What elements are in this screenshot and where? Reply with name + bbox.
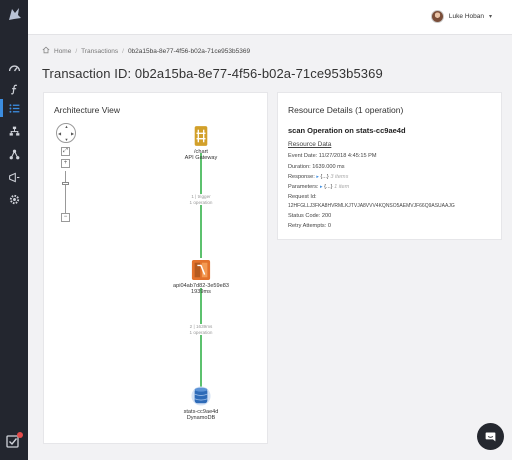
breadcrumb-separator: /	[75, 47, 78, 55]
chevron-down-icon: ▾	[488, 14, 492, 20]
zoom-slider-handle[interactable]	[62, 182, 69, 185]
pan-down-icon[interactable]: ▼	[65, 138, 69, 142]
breadcrumb-transactions[interactable]: Transactions	[81, 48, 118, 55]
request-id-value: 12HFGLLJ3FKA8HVRMLKJTVJA8VVV4KQNSO5AEMVJ…	[288, 203, 455, 209]
breadcrumb: Home / Transactions / 0b2a15ba-8e77-4f56…	[42, 46, 250, 56]
chat-launcher-button[interactable]	[477, 423, 504, 450]
api-gateway-icon	[194, 126, 208, 146]
graph-node-dynamodb[interactable]: stats-cc9ae4d DynamoDB	[151, 385, 251, 422]
breadcrumb-home[interactable]: Home	[54, 48, 71, 55]
top-bar: Luke Hoban ▾	[28, 0, 512, 35]
architecture-icon[interactable]	[6, 146, 22, 162]
architecture-panel: Architecture View ▲ ▼ ◀ ▶ ⤢ + − 1 | trig…	[43, 92, 268, 444]
pan-control[interactable]: ▲ ▼ ◀ ▶	[56, 123, 76, 143]
expand-triangle-icon[interactable]: ▸	[320, 184, 323, 190]
logo-icon[interactable]	[4, 4, 24, 24]
resource-details-panel: Resource Details (1 operation) scan Oper…	[277, 92, 502, 240]
edge-label: 1 | trigger 1 operation	[164, 194, 238, 205]
graph-edge	[200, 288, 202, 393]
breadcrumb-separator: /	[122, 47, 124, 55]
details-title: Resource Details (1 operation)	[288, 105, 404, 115]
duration-row: Duration: 1639.000 ms	[288, 164, 345, 170]
architecture-title: Architecture View	[54, 105, 120, 115]
active-indicator	[0, 99, 3, 117]
transactions-list-icon[interactable]	[6, 100, 22, 116]
node-type: API Gateway	[184, 155, 218, 162]
request-id-label: Request Id:	[288, 194, 317, 200]
resource-data-link[interactable]: Resource Data	[288, 141, 331, 148]
organization-icon[interactable]	[6, 123, 22, 139]
breadcrumb-current: 0b2a15ba-8e77-4f56-b02a-71ce953b5369	[127, 47, 251, 55]
dashboard-icon[interactable]	[6, 60, 22, 76]
pan-left-icon[interactable]: ◀	[58, 131, 61, 136]
expand-triangle-icon[interactable]: ▸	[316, 174, 319, 180]
user-name: Luke Hoban	[448, 13, 484, 20]
dynamodb-icon	[191, 386, 211, 406]
pan-up-icon[interactable]: ▲	[65, 125, 69, 129]
fit-view-button[interactable]: ⤢	[61, 147, 70, 156]
sidebar	[0, 0, 28, 460]
zoom-in-button[interactable]: +	[61, 159, 70, 168]
retry-attempts-row: Retry Attempts: 0	[288, 223, 331, 229]
graph-edge	[200, 153, 202, 258]
functions-icon[interactable]	[6, 81, 22, 97]
page-title: Transaction ID: 0b2a15ba-8e77-4f56-b02a-…	[42, 66, 383, 81]
graph-node-lambda[interactable]: api04ab7d82-3e59e83 1939ms	[151, 259, 251, 296]
edge-label: 2 | 1639ms 1 operation	[164, 324, 238, 335]
status-code-row: Status Code: 200	[288, 213, 332, 219]
lambda-icon	[191, 260, 211, 280]
node-type: DynamoDB	[186, 415, 216, 422]
zoom-out-button[interactable]: −	[61, 213, 70, 222]
settings-gear-icon[interactable]	[6, 191, 22, 207]
home-icon[interactable]	[42, 46, 50, 56]
announcements-icon[interactable]	[6, 169, 22, 185]
graph-node-api-gateway[interactable]: /chart API Gateway	[151, 125, 251, 162]
user-menu[interactable]: Luke Hoban ▾	[430, 10, 492, 23]
notification-badge	[17, 432, 23, 438]
pan-right-icon[interactable]: ▶	[71, 131, 74, 136]
node-type: 1939ms	[191, 289, 211, 296]
response-row[interactable]: Response: ▸ {...} 3 items	[288, 174, 348, 180]
operation-title: scan Operation on stats-cc9ae4d	[288, 126, 406, 135]
avatar	[430, 10, 444, 23]
chat-icon	[485, 432, 496, 442]
parameters-row[interactable]: Parameters: ▸ {...} 1 item	[288, 184, 349, 190]
event-date-row: Event Date: 11/27/2018 4:45:15 PM	[288, 153, 377, 159]
